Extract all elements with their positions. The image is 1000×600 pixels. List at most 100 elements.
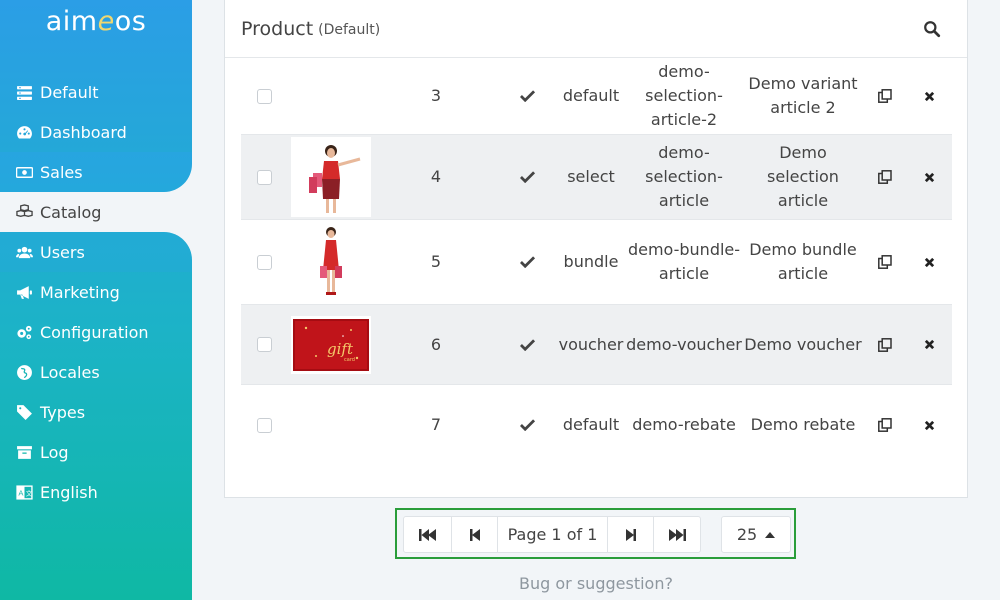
sidebar-item-label: Sales [40, 162, 83, 182]
table-row[interactable]: 7 default demo-rebate Demo rebate [241, 385, 952, 465]
product-code: demo-bundle-article [627, 240, 741, 283]
previous-page-button[interactable] [452, 517, 498, 552]
sidebar-item-label: Log [40, 442, 69, 462]
page-size-value: 25 [736, 525, 758, 544]
caret-up-icon [765, 531, 776, 538]
sidebar-item-default[interactable]: Default [0, 72, 192, 112]
search-icon[interactable] [923, 20, 941, 38]
check-icon [519, 419, 535, 431]
check-icon [519, 90, 535, 102]
step-backward-icon [469, 528, 480, 541]
language-icon: A文 [16, 484, 33, 500]
last-page-button[interactable] [654, 517, 700, 552]
delete-icon[interactable] [924, 339, 935, 350]
product-id: 5 [430, 252, 442, 271]
step-forward-icon [625, 528, 636, 541]
table-row[interactable]: 5 bundle demo-bundle-article Demo bundle… [241, 220, 952, 305]
product-id: 7 [430, 415, 442, 434]
sidebar-item-catalog[interactable]: Catalog [0, 192, 192, 232]
product-thumbnail[interactable] [291, 137, 371, 217]
product-label: Demo voucher [744, 334, 862, 354]
next-page-button[interactable] [608, 517, 654, 552]
product-code: demo-selection-article [645, 143, 723, 210]
product-id: 3 [430, 86, 442, 105]
first-page-button[interactable] [404, 517, 452, 552]
pagination: Page 1 of 1 25 [395, 508, 796, 559]
sidebar-item-label: English [40, 482, 98, 502]
delete-icon[interactable] [924, 257, 935, 268]
sidebar-item-label: Marketing [40, 282, 120, 302]
sidebar-item-label: Types [40, 402, 86, 422]
table-row[interactable]: gift card 6 voucher demo-voucher Demo vo… [241, 305, 952, 385]
sidebar-item-types[interactable]: Types [0, 392, 192, 432]
product-label: Demo selection article [767, 143, 839, 210]
copy-icon[interactable] [878, 418, 892, 432]
product-type: bundle [563, 252, 619, 271]
product-type: select [567, 167, 615, 186]
sidebar-item-english[interactable]: A文 English [0, 472, 192, 512]
table-row[interactable]: 3 default demo-selection-article-2 Demo … [241, 58, 952, 135]
globe-icon [17, 364, 32, 380]
aimeos-logo[interactable]: aimeos [0, 6, 192, 37]
product-type: voucher [558, 334, 624, 354]
copy-icon[interactable] [878, 89, 892, 103]
users-icon [16, 246, 33, 258]
money-icon [16, 166, 33, 178]
product-code: demo-rebate [632, 415, 736, 434]
row-checkbox[interactable] [256, 254, 272, 270]
product-type: default [562, 415, 620, 434]
copy-icon[interactable] [878, 170, 892, 184]
product-thumbnail[interactable] [291, 222, 371, 302]
delete-icon[interactable] [924, 91, 935, 102]
sidebar-item-log[interactable]: Log [0, 432, 192, 472]
page-indicator: Page 1 of 1 [498, 517, 608, 552]
product-label: Demo variant article 2 [748, 74, 858, 117]
row-checkbox[interactable] [256, 88, 272, 104]
sidebar-item-label: Default [40, 82, 99, 102]
cubes-icon [16, 203, 33, 217]
sidebar-item-dashboard[interactable]: Dashboard [0, 112, 192, 152]
sidebar-item-label: Users [40, 242, 85, 262]
tag-icon [17, 404, 32, 420]
sidebar-item-label: Configuration [40, 322, 149, 342]
copy-icon[interactable] [878, 255, 892, 269]
svg-text:gift: gift [327, 340, 354, 358]
sidebar-item-users[interactable]: Users [0, 232, 192, 272]
delete-icon[interactable] [924, 420, 935, 431]
cogs-icon [17, 325, 32, 339]
product-id: 4 [430, 167, 442, 186]
product-type: default [562, 86, 620, 105]
row-checkbox[interactable] [256, 337, 272, 352]
product-label: Demo bundle article [749, 240, 857, 283]
page-title: Product [241, 17, 314, 40]
product-id: 6 [430, 334, 442, 354]
sidebar-item-label: Locales [40, 362, 100, 382]
feedback-link[interactable]: Bug or suggestion? [496, 574, 696, 593]
sidebar-item-configuration[interactable]: Configuration [0, 312, 192, 352]
check-icon [519, 338, 535, 351]
product-thumbnail[interactable]: gift card [291, 315, 371, 374]
row-checkbox[interactable] [256, 417, 272, 433]
fast-forward-icon [669, 528, 686, 541]
delete-icon[interactable] [924, 172, 935, 183]
sidebar-item-sales[interactable]: Sales [0, 152, 192, 192]
site-subtitle: (Default) [318, 22, 381, 38]
product-code: demo-voucher [626, 334, 742, 354]
fast-backward-icon [418, 528, 436, 541]
archive-icon [17, 445, 32, 459]
sidebar-item-locales[interactable]: Locales [0, 352, 192, 392]
copy-icon[interactable] [878, 337, 892, 352]
sidebar-item-label: Dashboard [40, 122, 127, 142]
card-header: Product (Default) [225, 0, 967, 58]
dashboard-icon [17, 125, 32, 138]
bullhorn-icon [17, 285, 32, 299]
svg-text:文: 文 [26, 488, 33, 497]
check-icon [519, 256, 535, 268]
check-icon [519, 171, 535, 183]
svg-text:card: card [344, 357, 355, 363]
row-checkbox[interactable] [256, 169, 272, 185]
sidebar-item-marketing[interactable]: Marketing [0, 272, 192, 312]
product-code: demo-selection-article-2 [645, 62, 723, 129]
table-row[interactable]: 4 select demo-selection-article Demo sel… [241, 135, 952, 220]
page-size-select[interactable]: 25 [721, 516, 791, 553]
